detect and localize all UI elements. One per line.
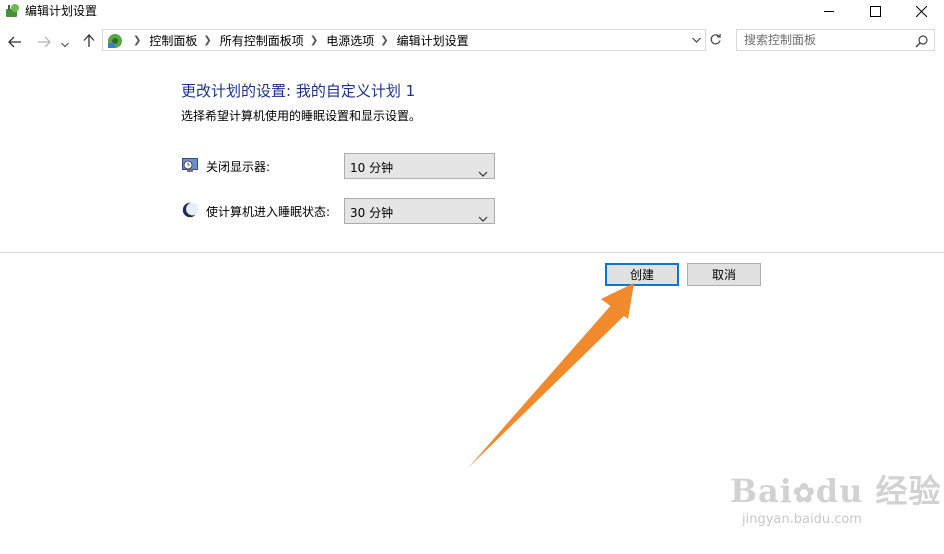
turn-off-display-value: 10 分钟 [350,161,394,175]
recent-locations-button[interactable] [58,32,72,52]
maximize-icon [869,5,881,17]
forward-button[interactable] [34,32,54,52]
sleep-moon-icon [182,202,199,218]
forward-arrow-icon [37,33,51,52]
turn-off-display-select[interactable]: 10 分钟 [344,153,495,179]
breadcrumb-power-options[interactable]: 电源选项 [326,32,374,49]
search-box[interactable] [736,29,935,51]
close-icon [915,5,927,17]
display-icon [182,157,198,173]
watermark-url: jingyan.baidu.com [742,512,862,527]
refresh-icon [709,31,722,50]
watermark-logo: Bai✿du 经验 [730,472,942,510]
close-button[interactable] [898,0,944,22]
watermark: Bai✿du 经验 jingyan.baidu.com [730,466,941,536]
sleep-value: 30 分钟 [350,206,394,220]
sleep-label: 使计算机进入睡眠状态: [206,205,331,219]
chevron-down-icon [61,33,69,52]
minimize-icon [824,6,834,16]
address-dropdown-icon[interactable] [689,32,703,48]
search-input[interactable] [737,30,914,50]
breadcrumb-separator-icon: ❯ [133,34,142,46]
power-options-icon [4,3,20,19]
breadcrumb-separator-icon: ❯ [203,34,212,46]
turn-off-display-label: 关闭显示器: [206,160,271,174]
search-icon[interactable] [915,33,929,52]
title-bar: 编辑计划设置 [0,0,944,22]
up-arrow-icon [83,33,95,52]
up-button[interactable] [79,32,99,52]
back-button[interactable] [5,32,25,52]
address-bar[interactable]: ❯ 控制面板 ❯ 所有控制面板项 ❯ 电源选项 ❯ 编辑计划设置 [102,29,706,51]
breadcrumb-separator-icon: ❯ [309,34,319,46]
breadcrumb-separator-icon: ❯ [380,34,389,46]
control-panel-icon [106,32,124,50]
window-title: 编辑计划设置 [25,4,98,18]
refresh-button[interactable] [706,30,724,50]
breadcrumb-control-panel[interactable]: 控制面板 [149,32,197,49]
cancel-button[interactable]: 取消 [687,263,761,286]
maximize-button[interactable] [852,0,898,22]
section-divider [0,252,944,253]
page-title: 更改计划的设置: 我的自定义计划 1 [181,82,416,100]
page-description: 选择希望计算机使用的睡眠设置和显示设置。 [181,109,422,123]
chevron-down-icon [478,208,488,227]
breadcrumb-edit-plan[interactable]: 编辑计划设置 [397,32,469,49]
breadcrumb-all-items[interactable]: 所有控制面板项 [220,32,304,49]
chevron-down-icon [478,163,488,182]
create-button[interactable]: 创建 [605,263,679,286]
sleep-select[interactable]: 30 分钟 [344,198,495,224]
back-arrow-icon [8,33,22,52]
minimize-button[interactable] [806,0,852,22]
